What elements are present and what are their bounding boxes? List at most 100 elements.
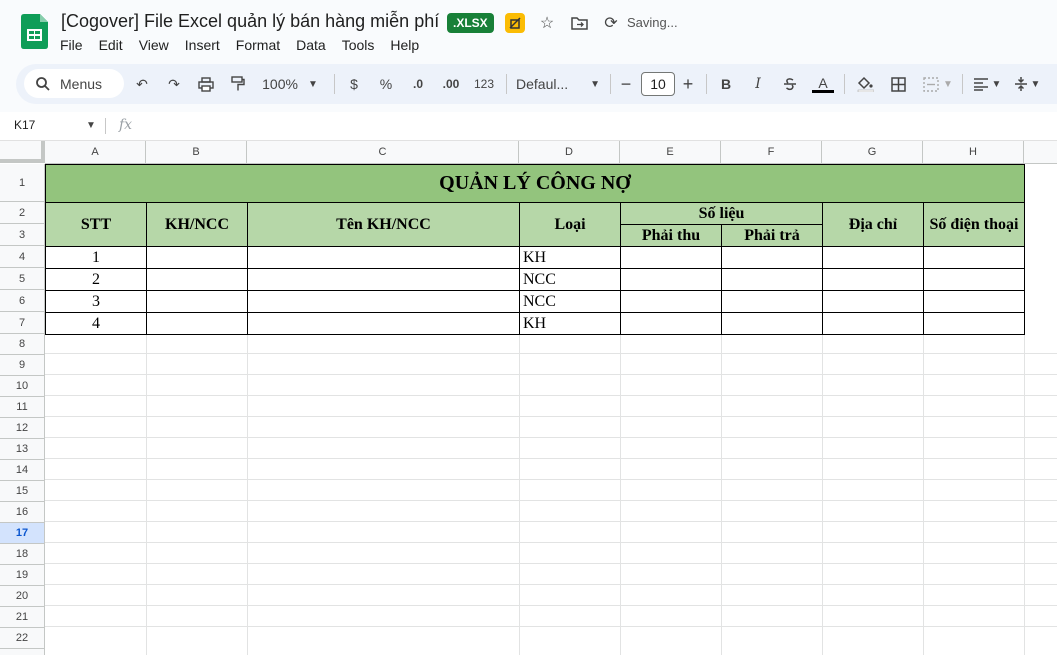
currency-button[interactable]: $ [344, 71, 364, 97]
row-header-16[interactable]: 16 [0, 502, 45, 523]
name-box[interactable]: K17 [14, 118, 35, 132]
font-select[interactable]: Defaul... ▼ [516, 71, 600, 97]
undo-icon[interactable]: ↶ [132, 71, 152, 97]
cell-dia-chi[interactable] [822, 290, 924, 313]
header-phai-thu[interactable]: Phải thu [620, 224, 722, 247]
move-folder-icon[interactable] [569, 13, 589, 33]
cell-phai-tra[interactable] [721, 312, 823, 335]
column-header-i[interactable] [1024, 141, 1057, 164]
cell-loai[interactable]: NCC [519, 290, 621, 313]
cell-loai[interactable]: KH [519, 312, 621, 335]
column-header-b[interactable]: B [146, 141, 247, 164]
row-header-11[interactable]: 11 [0, 397, 45, 418]
header-so-dien-thoai[interactable]: Số điện thoại [923, 202, 1025, 247]
print-icon[interactable] [196, 71, 216, 97]
cell-loai[interactable]: KH [519, 246, 621, 269]
row-header-10[interactable]: 10 [0, 376, 45, 397]
cell-dia-chi[interactable] [822, 246, 924, 269]
cell-ten[interactable] [247, 290, 520, 313]
header-stt[interactable]: STT [45, 202, 147, 247]
cell-sdt[interactable] [923, 290, 1025, 313]
header-so-lieu[interactable]: Số liệu [620, 202, 823, 225]
cell-phai-tra[interactable] [721, 290, 823, 313]
row-header-15[interactable]: 15 [0, 481, 45, 502]
row-header-6[interactable]: 6 [0, 290, 45, 312]
cell-stt[interactable]: 4 [45, 312, 147, 335]
search-menus[interactable]: Menus [24, 69, 124, 98]
cell-stt[interactable]: 2 [45, 268, 147, 291]
italic-button[interactable]: I [748, 71, 768, 97]
header-phai-tra[interactable]: Phải trả [721, 224, 823, 247]
cell-phai-thu[interactable] [620, 290, 722, 313]
text-color-button[interactable]: A [812, 71, 834, 97]
star-icon[interactable]: ☆ [537, 13, 557, 33]
cell-ten[interactable] [247, 268, 520, 291]
row-header-19[interactable]: 19 [0, 565, 45, 586]
offline-disabled-icon[interactable] [505, 13, 525, 33]
menu-edit[interactable]: Edit [91, 36, 131, 54]
zoom-select[interactable]: 100% ▼ [260, 71, 320, 97]
row-header-23[interactable] [0, 649, 45, 655]
column-header-c[interactable]: C [247, 141, 519, 164]
menu-format[interactable]: Format [228, 36, 288, 54]
menu-view[interactable]: View [131, 36, 177, 54]
row-header-20[interactable]: 20 [0, 586, 45, 607]
sheets-logo-icon[interactable] [21, 14, 48, 49]
spreadsheet-grid[interactable]: A B C D E F G H 1 2 3 4 5 6 7 8 9 10 11 … [0, 141, 1057, 655]
row-header-5[interactable]: 5 [0, 268, 45, 290]
header-loai[interactable]: Loại [519, 202, 621, 247]
column-header-h[interactable]: H [923, 141, 1024, 164]
document-title[interactable]: [Cogover] File Excel quản lý bán hàng mi… [61, 11, 439, 32]
percent-button[interactable]: % [376, 71, 396, 97]
column-header-f[interactable]: F [721, 141, 822, 164]
row-header-21[interactable]: 21 [0, 607, 45, 628]
column-header-a[interactable]: A [45, 141, 146, 164]
increase-decimal-button[interactable]: .00 [438, 71, 464, 97]
decrease-font-size-icon[interactable]: − [618, 71, 634, 97]
menu-help[interactable]: Help [382, 36, 427, 54]
column-header-d[interactable]: D [519, 141, 620, 164]
cell-sdt[interactable] [923, 312, 1025, 335]
strikethrough-icon[interactable] [780, 71, 800, 97]
cell-phai-tra[interactable] [721, 268, 823, 291]
row-header-4[interactable]: 4 [0, 246, 45, 268]
cell-dia-chi[interactable] [822, 268, 924, 291]
cell-ten[interactable] [247, 246, 520, 269]
cell-stt[interactable]: 1 [45, 246, 147, 269]
row-header-1[interactable]: 1 [0, 164, 45, 202]
row-header-3[interactable]: 3 [0, 224, 45, 246]
row-header-12[interactable]: 12 [0, 418, 45, 439]
cell-kh-ncc[interactable] [146, 246, 248, 269]
chevron-down-icon[interactable]: ▼ [86, 120, 96, 131]
fill-color-icon[interactable] [854, 71, 876, 97]
vertical-align-icon[interactable]: ▼ [1010, 71, 1044, 97]
menu-insert[interactable]: Insert [177, 36, 228, 54]
row-header-13[interactable]: 13 [0, 439, 45, 460]
cell-phai-thu[interactable] [620, 246, 722, 269]
cell-phai-tra[interactable] [721, 246, 823, 269]
menu-tools[interactable]: Tools [334, 36, 383, 54]
menu-file[interactable]: File [52, 36, 91, 54]
increase-font-size-icon[interactable]: + [680, 71, 696, 97]
number-format-button[interactable]: 123 [471, 71, 497, 97]
row-header-17[interactable]: 17 [0, 523, 45, 544]
cell-phai-thu[interactable] [620, 312, 722, 335]
cell-sdt[interactable] [923, 246, 1025, 269]
row-header-2[interactable]: 2 [0, 202, 45, 224]
column-header-g[interactable]: G [822, 141, 923, 164]
row-header-14[interactable]: 14 [0, 460, 45, 481]
header-ten-kh-ncc[interactable]: Tên KH/NCC [247, 202, 520, 247]
bold-button[interactable]: B [716, 71, 736, 97]
cell-kh-ncc[interactable] [146, 268, 248, 291]
borders-icon[interactable] [888, 71, 908, 97]
cell-ten[interactable] [247, 312, 520, 335]
cell-phai-thu[interactable] [620, 268, 722, 291]
cell-loai[interactable]: NCC [519, 268, 621, 291]
row-header-22[interactable]: 22 [0, 628, 45, 649]
cell-sdt[interactable] [923, 268, 1025, 291]
decrease-decimal-button[interactable]: .0 [408, 71, 428, 97]
row-header-7[interactable]: 7 [0, 312, 45, 334]
horizontal-align-icon[interactable]: ▼ [970, 71, 1004, 97]
sheet-title-cell[interactable]: QUẢN LÝ CÔNG NỢ [45, 164, 1025, 203]
select-all-corner[interactable] [0, 141, 45, 163]
